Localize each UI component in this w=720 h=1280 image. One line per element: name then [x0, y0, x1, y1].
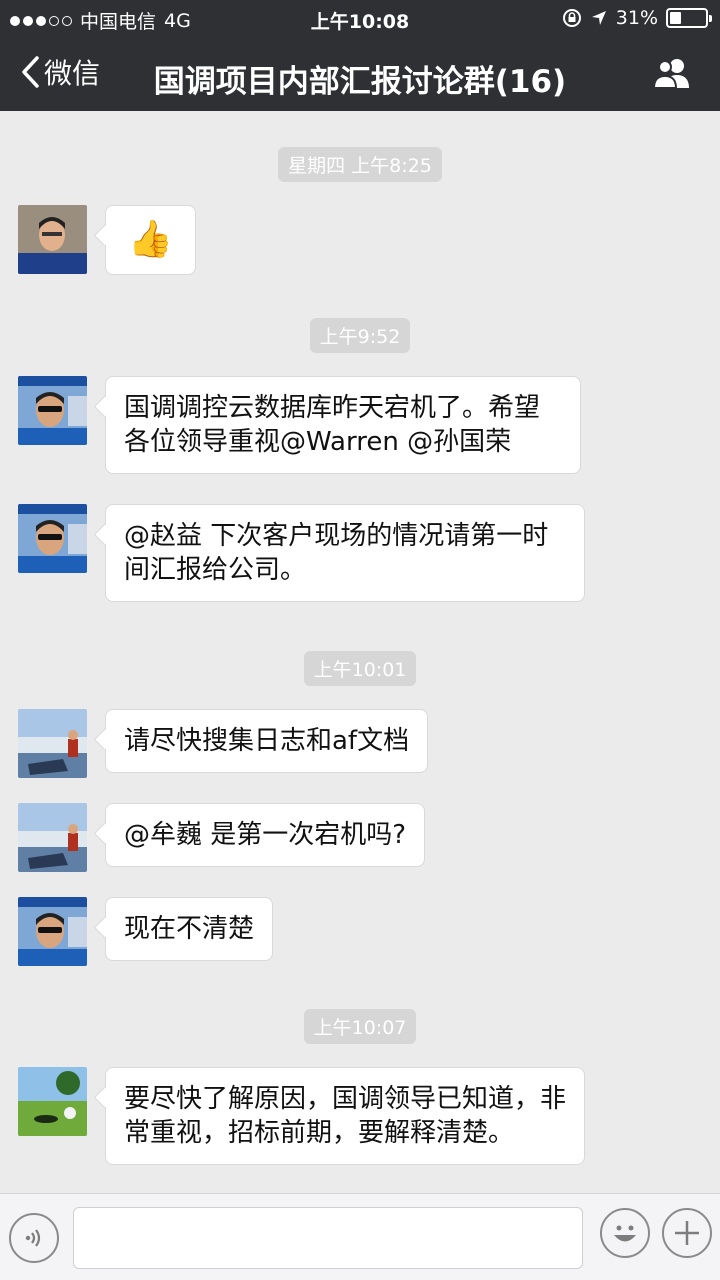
- message-row: @赵益 下次客户现场的情况请第一时间汇报给公司。: [18, 504, 585, 602]
- avatar[interactable]: [18, 803, 87, 872]
- location-arrow-icon: [591, 11, 606, 25]
- message-bubble[interactable]: 国调调控云数据库昨天宕机了。希望各位领导重视@Warren @孙国荣: [105, 376, 581, 474]
- message-row: 请尽快搜集日志和af文档: [18, 709, 429, 778]
- status-right: 31%: [562, 7, 712, 29]
- nav-bar: 微信 国调项目内部汇报讨论群(16): [0, 38, 720, 111]
- top-bar: 中国电信 4G 上午10:08 31% 微信 国调项目内部汇报讨论群(16): [0, 0, 720, 111]
- emoji-icon: [614, 1225, 636, 1242]
- avatar[interactable]: [18, 709, 87, 778]
- message-row: 现在不清楚: [18, 897, 274, 966]
- message-bubble[interactable]: 👍: [105, 205, 196, 275]
- message-bubble[interactable]: @牟巍 是第一次宕机吗?: [105, 803, 426, 867]
- message-bubble[interactable]: 现在不清楚: [105, 897, 274, 961]
- emoji-button[interactable]: [600, 1208, 650, 1258]
- message-bubble[interactable]: 要尽快了解原因，国调领导已知道，非常重视，招标前期，要解释清楚。: [105, 1067, 585, 1165]
- group-members-icon: [652, 59, 689, 89]
- message-row: 👍: [18, 205, 196, 275]
- more-button[interactable]: [662, 1208, 712, 1258]
- timestamp: 星期四 上午8:25: [0, 147, 720, 182]
- voice-icon: [25, 1229, 41, 1247]
- timestamp: 上午10:01: [0, 651, 720, 686]
- group-members-button[interactable]: [652, 56, 694, 94]
- battery-icon: [666, 8, 712, 28]
- message-row: 国调调控云数据库昨天宕机了。希望各位领导重视@Warren @孙国荣: [18, 376, 581, 474]
- message-bubble[interactable]: 请尽快搜集日志和af文档: [105, 709, 429, 773]
- message-row: 要尽快了解原因，国调领导已知道，非常重视，招标前期，要解释清楚。: [18, 1067, 585, 1165]
- rotation-lock-icon: [562, 9, 581, 27]
- timestamp: 上午10:07: [0, 1009, 720, 1044]
- message-bubble[interactable]: @赵益 下次客户现场的情况请第一时间汇报给公司。: [105, 504, 585, 602]
- voice-button[interactable]: [9, 1213, 59, 1263]
- message-input[interactable]: [73, 1207, 583, 1269]
- avatar[interactable]: [18, 205, 87, 274]
- avatar[interactable]: [18, 1067, 87, 1136]
- plus-icon: [675, 1221, 699, 1245]
- chat-title: 国调项目内部汇报讨论群(16): [153, 64, 567, 100]
- message-row: @牟巍 是第一次宕机吗?: [18, 803, 426, 872]
- battery-percent: 31%: [615, 7, 658, 29]
- input-bar: [0, 1193, 720, 1280]
- battery-fill: [670, 12, 681, 24]
- chat-area[interactable]: 星期四 上午8:25 👍 上午9:52 国调调控云数据库昨天宕机了。希望各位领导…: [0, 111, 720, 1193]
- avatar[interactable]: [18, 376, 87, 445]
- avatar[interactable]: [18, 897, 87, 966]
- timestamp: 上午9:52: [0, 318, 720, 353]
- status-bar: 中国电信 4G 上午10:08 31%: [0, 0, 720, 38]
- avatar[interactable]: [18, 504, 87, 573]
